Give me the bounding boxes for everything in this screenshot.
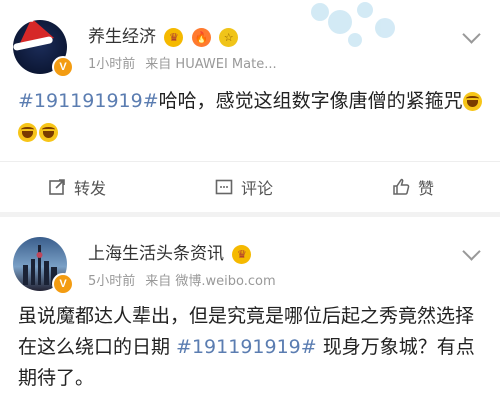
post-text: 虽说魔都达人辈出，但是究竟是哪位后起之秀竟然选择在这么绕口的日期 #191191… bbox=[18, 305, 475, 389]
crown-badge-icon: ♛ bbox=[164, 27, 184, 47]
weibo-post-card: V 养生经济 ♛ 🔥 ☆ 1小时前 来自 HUAWEI Mate... #1911… bbox=[0, 0, 500, 212]
chevron-down-icon[interactable] bbox=[462, 25, 481, 44]
post-meta: 1小时前 来自 HUAWEI Mate... bbox=[88, 57, 277, 72]
snowflake-decoration bbox=[311, 2, 395, 47]
verified-v-icon: V bbox=[52, 273, 74, 295]
crown-badge-icon: ♛ bbox=[232, 244, 252, 264]
comment-button[interactable]: 评论 bbox=[215, 162, 273, 212]
action-bar: 转发 评论 赞 bbox=[0, 161, 500, 212]
weibo-post-card: V 上海生活头条资讯 ♛ 5小时前 来自 微博.weibo.com 虽说魔都达人辈… bbox=[0, 217, 500, 405]
post-text: #191191919#哈哈，感觉这组数字像唐僧的紧箍咒 bbox=[18, 86, 486, 148]
repost-icon bbox=[48, 178, 66, 196]
like-button[interactable]: 赞 bbox=[392, 162, 434, 212]
flame-badge-icon: 🔥 bbox=[191, 27, 211, 47]
laugh-emoji-icon bbox=[39, 123, 58, 142]
thumbs-up-icon bbox=[392, 178, 410, 196]
post-meta: 5小时前 来自 微博.weibo.com bbox=[88, 274, 276, 289]
user-name[interactable]: 上海生活头条资讯 ♛ bbox=[88, 239, 252, 264]
comment-icon bbox=[215, 178, 233, 196]
laugh-emoji-icon bbox=[462, 92, 482, 111]
repost-button[interactable]: 转发 bbox=[48, 162, 106, 212]
verified-v-icon: V bbox=[52, 56, 74, 78]
hashtag-link[interactable]: #191191919# bbox=[176, 336, 317, 358]
user-name[interactable]: 养生经济 ♛ 🔥 ☆ bbox=[88, 22, 239, 47]
chevron-down-icon[interactable] bbox=[462, 242, 481, 261]
hashtag-link[interactable]: #191191919# bbox=[18, 90, 159, 112]
laugh-emoji-icon bbox=[18, 123, 37, 142]
gold-badge-icon: ☆ bbox=[219, 27, 239, 47]
